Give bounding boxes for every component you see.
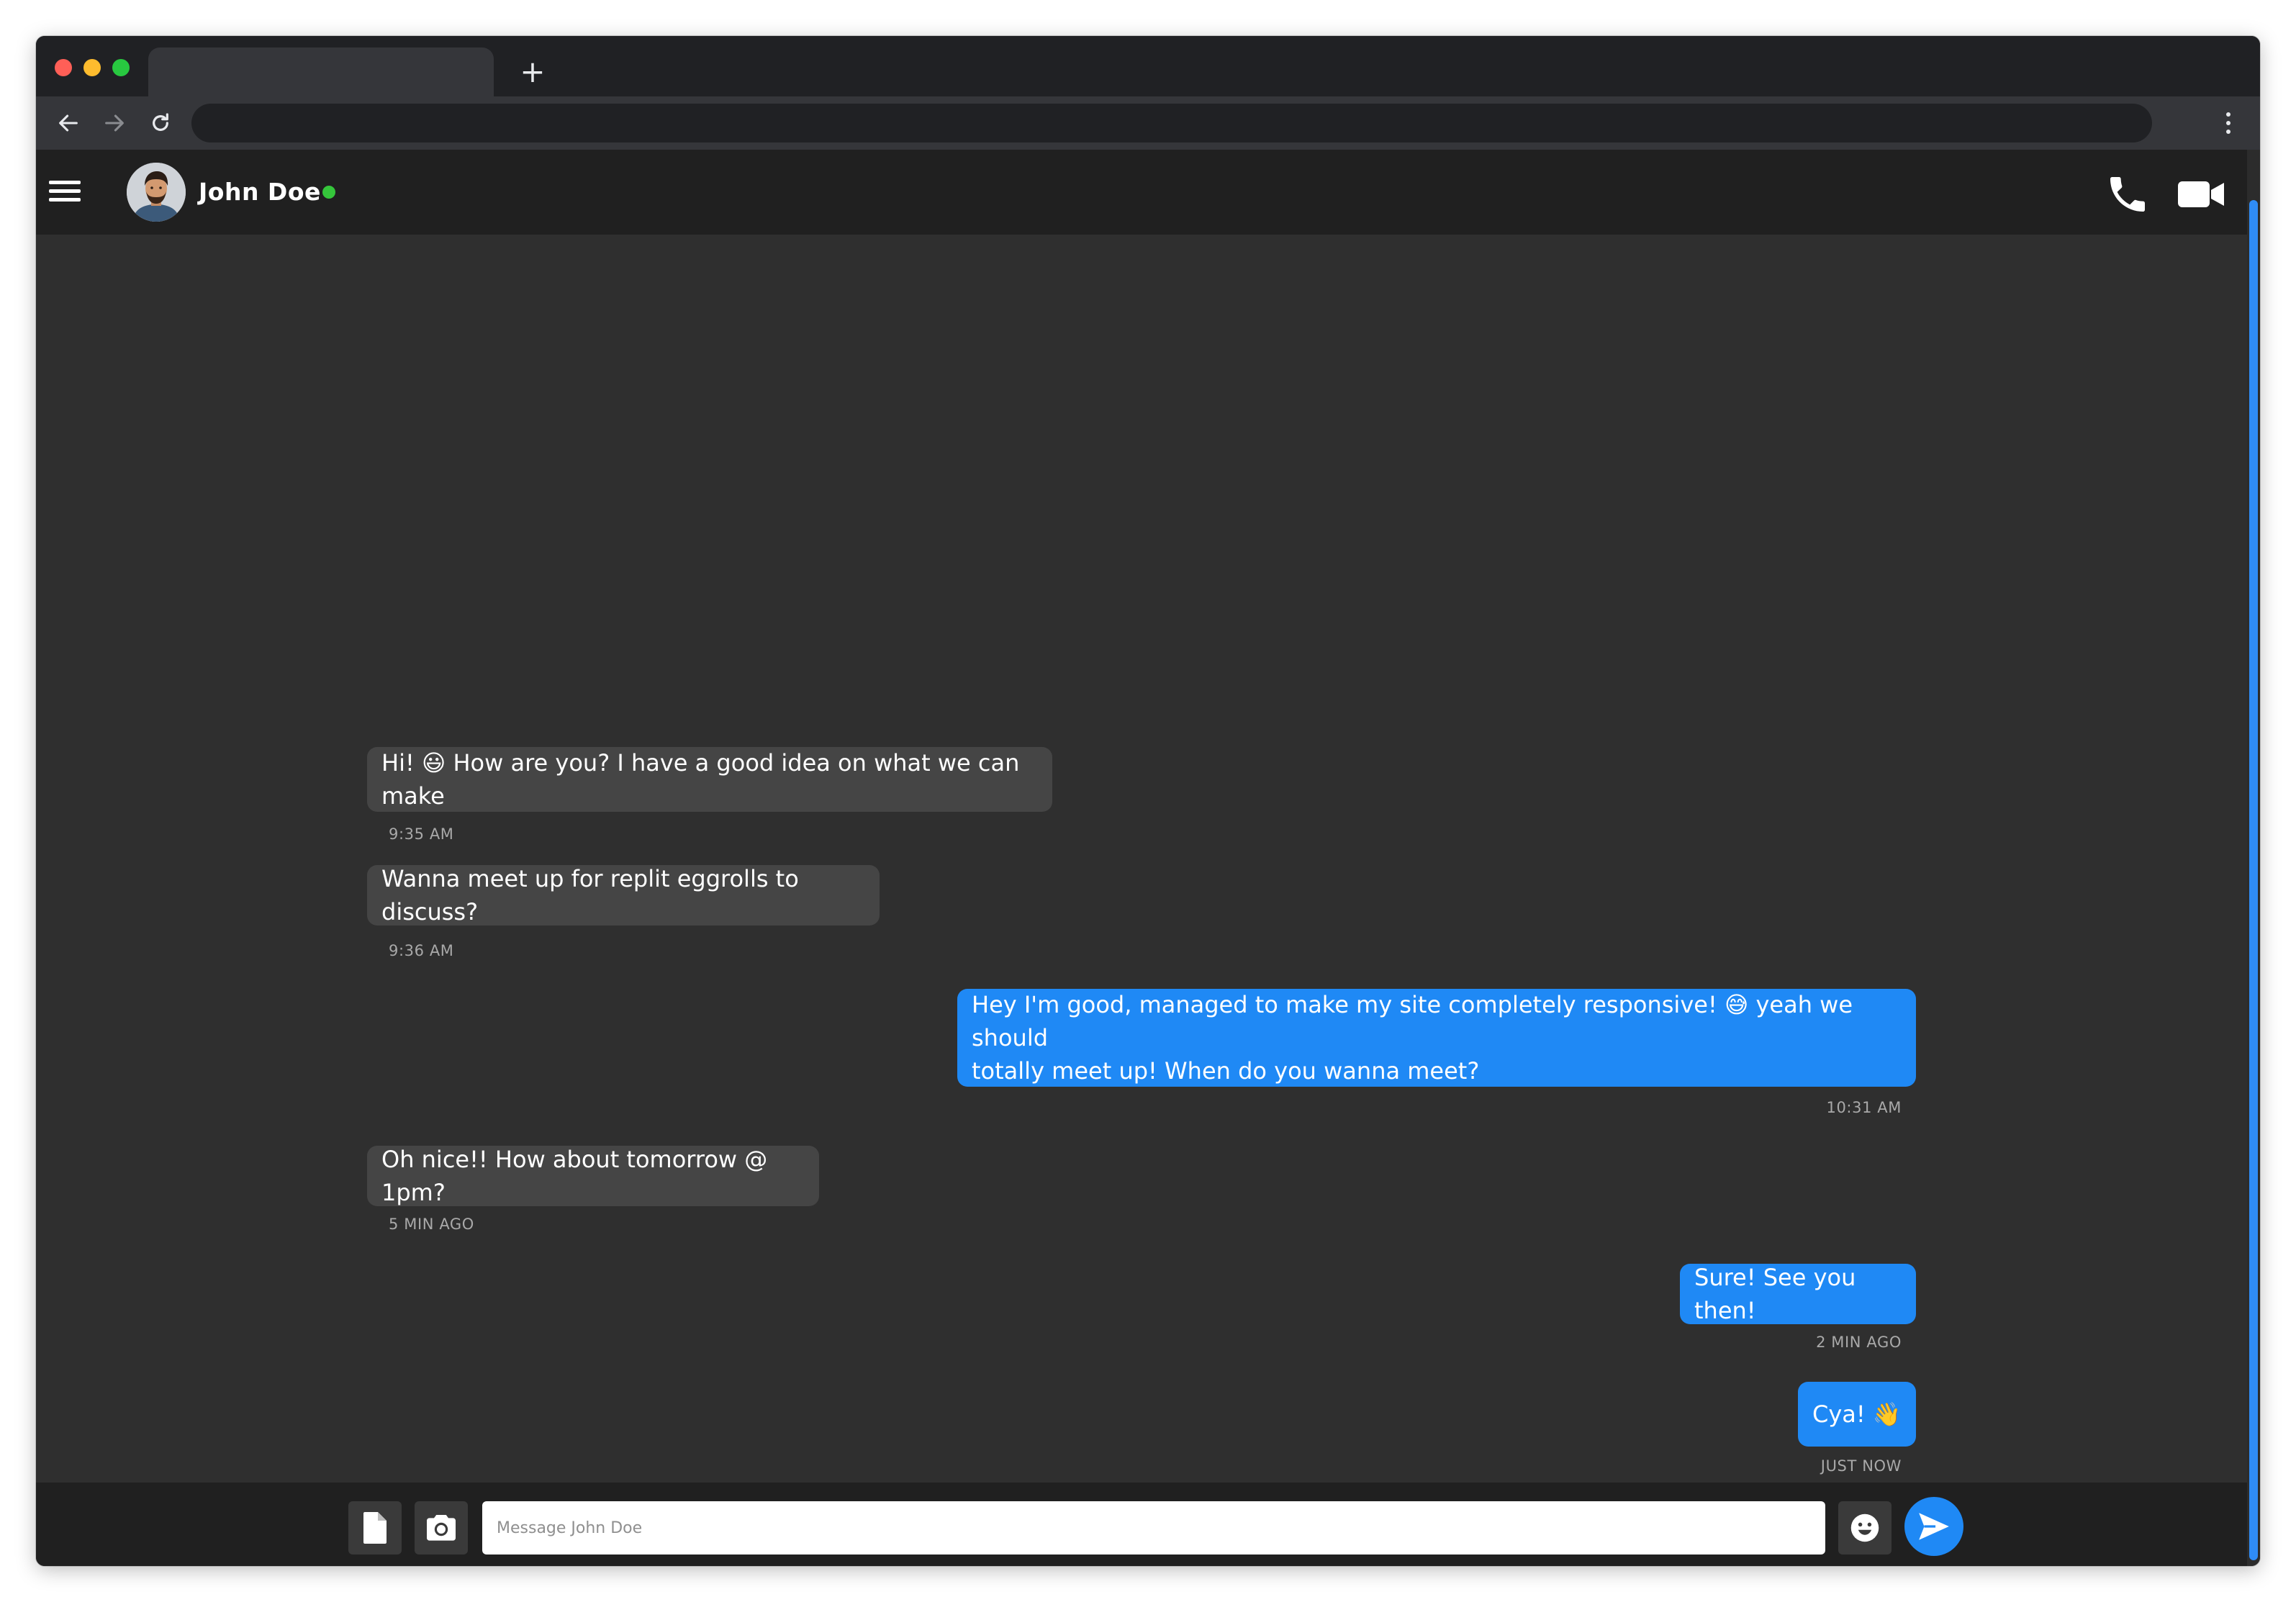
phone-icon bbox=[2110, 177, 2145, 212]
emoji-button[interactable] bbox=[1838, 1501, 1892, 1555]
scrollbar[interactable] bbox=[2247, 150, 2260, 1566]
voice-call-button[interactable] bbox=[2105, 171, 2151, 217]
arrow-right-icon bbox=[105, 114, 124, 132]
browser-menu-button[interactable] bbox=[2213, 105, 2244, 141]
file-icon bbox=[363, 1512, 387, 1544]
avatar-image bbox=[127, 163, 186, 222]
message-text: Sure! See you then! bbox=[1694, 1264, 1856, 1324]
minimize-window-button[interactable] bbox=[83, 59, 101, 76]
address-bar[interactable] bbox=[191, 104, 2152, 142]
maximize-window-button[interactable] bbox=[112, 59, 130, 76]
message-timestamp: 10:31 AM bbox=[1826, 1099, 1902, 1116]
send-icon bbox=[1919, 1513, 1949, 1540]
arrow-left-icon bbox=[59, 114, 78, 132]
scrollbar-thumb[interactable] bbox=[2249, 200, 2258, 1560]
message-bubble-incoming: Oh nice!! How about tomorrow @ 1pm? bbox=[367, 1146, 819, 1206]
browser-toolbar bbox=[36, 96, 2260, 150]
new-tab-button[interactable]: + bbox=[514, 53, 551, 91]
message-composer bbox=[36, 1483, 2247, 1566]
avatar[interactable] bbox=[127, 163, 186, 222]
message-list[interactable]: Hi! 😃 How are you? I have a good idea on… bbox=[36, 235, 2247, 1483]
forward-button[interactable] bbox=[95, 104, 134, 142]
message-bubble-incoming: Hi! 😃 How are you? I have a good idea on… bbox=[367, 747, 1052, 812]
message-text: Cya! 👋 bbox=[1812, 1400, 1902, 1428]
chat-header: John Doe bbox=[36, 150, 2247, 235]
menu-button[interactable] bbox=[49, 173, 85, 209]
dot-icon bbox=[2226, 112, 2231, 117]
message-bubble-outgoing: Cya! 👋 bbox=[1798, 1382, 1916, 1447]
browser-tab[interactable] bbox=[148, 47, 494, 96]
message-text: Wanna meet up for replit eggrolls to dis… bbox=[381, 865, 799, 926]
video-call-button[interactable] bbox=[2177, 174, 2225, 214]
message-timestamp: 5 MIN AGO bbox=[389, 1216, 474, 1233]
reload-button[interactable] bbox=[141, 104, 180, 142]
menu-icon-bar bbox=[49, 189, 81, 193]
message-bubble-outgoing: Sure! See you then! bbox=[1680, 1264, 1916, 1324]
menu-icon bbox=[49, 180, 81, 184]
camera-icon bbox=[427, 1515, 456, 1541]
close-window-button[interactable] bbox=[55, 59, 72, 76]
dot-icon bbox=[2226, 130, 2231, 134]
message-timestamp: 9:36 AM bbox=[389, 942, 454, 959]
message-text-line: totally meet up! When do you wanna meet? bbox=[972, 1057, 1480, 1085]
reload-icon bbox=[153, 113, 168, 131]
message-text: Oh nice!! How about tomorrow @ 1pm? bbox=[381, 1146, 768, 1206]
message-text-line: Hey I'm good, managed to make my site co… bbox=[972, 991, 1853, 1051]
message-bubble-outgoing: Hey I'm good, managed to make my site co… bbox=[957, 989, 1916, 1087]
message-timestamp: 2 MIN AGO bbox=[1816, 1334, 1902, 1351]
menu-icon-bar bbox=[49, 197, 81, 202]
contact-name: John Doe bbox=[199, 178, 321, 206]
back-button[interactable] bbox=[49, 104, 88, 142]
tab-strip: + bbox=[36, 36, 2260, 96]
message-timestamp: 9:35 AM bbox=[389, 825, 454, 843]
online-status-indicator bbox=[322, 186, 335, 199]
message-timestamp: JUST NOW bbox=[1820, 1457, 1902, 1475]
video-camera-icon bbox=[2178, 181, 2224, 207]
attach-file-button[interactable] bbox=[348, 1501, 402, 1555]
message-input[interactable] bbox=[482, 1501, 1825, 1555]
emoji-icon bbox=[1850, 1513, 1879, 1542]
message-bubble-incoming: Wanna meet up for replit eggrolls to dis… bbox=[367, 865, 880, 926]
dot-icon bbox=[2226, 121, 2231, 125]
browser-window: + John Doe Hi! 😃 How are you? I have a g… bbox=[36, 36, 2260, 1566]
send-button[interactable] bbox=[1904, 1497, 1963, 1556]
message-text: Hi! 😃 How are you? I have a good idea on… bbox=[381, 749, 1020, 810]
camera-button[interactable] bbox=[415, 1501, 468, 1555]
